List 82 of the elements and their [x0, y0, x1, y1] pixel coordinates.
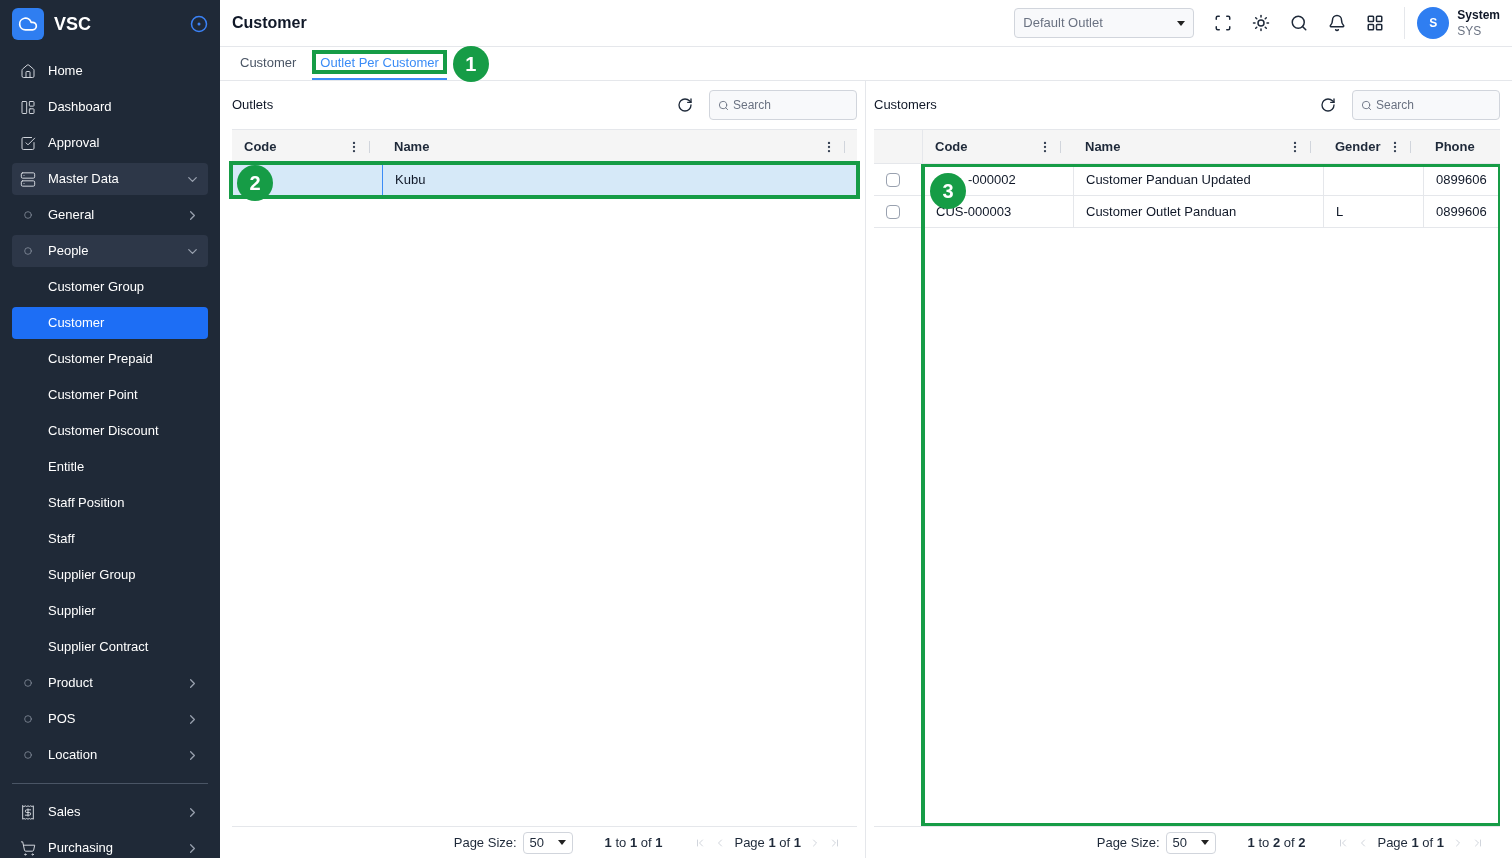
sidebar-item[interactable]: Supplier Group [12, 559, 208, 591]
table-cell-text: Customer Outlet Panduan [1086, 202, 1237, 221]
menu-item-icon [20, 62, 36, 80]
step-badge: 1 [452, 46, 489, 82]
menu-item-icon [20, 134, 36, 152]
column-header[interactable]: Code [244, 136, 347, 157]
circle-icon [24, 211, 32, 219]
tab[interactable]: Customer [232, 47, 305, 80]
table-cell-text: L [1336, 202, 1344, 221]
search-icon [1361, 99, 1372, 111]
table-cell-text: 0899606 [1436, 170, 1487, 189]
user-avatar[interactable]: S [1417, 7, 1450, 39]
caret-icon [1177, 20, 1186, 26]
search-icon [718, 99, 729, 111]
user-code: SYS [1457, 23, 1483, 39]
page-size-label: Page Size: [453, 833, 517, 852]
sidebar-item[interactable]: Staff [12, 523, 208, 555]
sidebar-item[interactable]: Home [12, 55, 208, 87]
sidebar-item[interactable]: Customer Group [12, 271, 208, 303]
circle-icon [24, 751, 32, 759]
caret-icon [1200, 840, 1209, 845]
sidebar-item[interactable]: Supplier [12, 595, 208, 627]
circle-icon [24, 715, 32, 723]
sidebar-item[interactable]: Customer Discount [12, 415, 208, 447]
page-indicator: Page 1 of 1 [734, 833, 801, 852]
sidebar-item[interactable]: Approval [12, 127, 208, 159]
sun-icon[interactable] [1252, 14, 1271, 32]
column-header[interactable]: Gender [1335, 136, 1388, 157]
sidebar-item[interactable]: Staff Position [12, 487, 208, 519]
outlet-select[interactable]: Default Outlet [1014, 8, 1195, 38]
target-icon[interactable] [190, 14, 208, 33]
page-size-select[interactable]: 50 [1165, 831, 1216, 854]
menu-item-icon [20, 839, 36, 857]
refresh-icon[interactable] [1320, 97, 1336, 113]
menu-item-icon [20, 98, 36, 116]
row-checkbox[interactable] [886, 172, 900, 187]
sidebar-item[interactable]: Supplier Contract [12, 631, 208, 663]
table-cell-text: 0899606 [1436, 202, 1487, 221]
table-cell-text: Kubu [395, 170, 426, 189]
row-checkbox[interactable] [886, 204, 900, 219]
column-header[interactable]: Name [394, 136, 822, 157]
column-header[interactable]: Code [935, 136, 1038, 157]
circle-icon [24, 247, 32, 255]
sidebar-item[interactable]: Dashboard [12, 91, 208, 123]
sidebar-item[interactable]: Sales [12, 796, 208, 828]
row-range: 1 to 2 of 2 [1247, 833, 1306, 852]
sidebar-item[interactable]: General [12, 199, 208, 231]
user-name: System [1457, 7, 1500, 23]
panel-title: Customers [874, 96, 938, 115]
column-header[interactable]: Name [1085, 136, 1288, 157]
page-indicator: Page 1 of 1 [1377, 833, 1444, 852]
sidebar-item[interactable]: Customer [12, 307, 208, 339]
notification-icon[interactable] [1328, 14, 1347, 32]
refresh-icon[interactable] [677, 97, 693, 113]
column-header[interactable]: Phone [1435, 136, 1488, 157]
search-field[interactable]: Search [1352, 90, 1500, 120]
circle-icon [24, 679, 32, 687]
fullscreen-icon[interactable] [1214, 14, 1233, 32]
panel-title: Outlets [232, 96, 275, 115]
sidebar-item[interactable]: Master Data [12, 163, 208, 195]
sidebar-item[interactable]: Entitle [12, 451, 208, 483]
row-range: 1 to 1 of 1 [604, 833, 663, 852]
page-title: Customer [232, 13, 308, 33]
menu-item-icon [20, 803, 36, 821]
page-size-select[interactable]: 50 [522, 831, 573, 854]
table-cell-text: -000002 [968, 170, 1016, 189]
sidebar-item[interactable]: Location [12, 739, 208, 771]
logo [12, 7, 44, 40]
sidebar-item[interactable]: POS [12, 703, 208, 735]
search-field[interactable]: Search [709, 90, 857, 120]
sidebar-item[interactable]: People [12, 235, 208, 267]
menu-item-icon [20, 170, 36, 188]
apps-icon[interactable] [1366, 14, 1385, 32]
brand-name: VSC [54, 12, 92, 36]
page-size-label: Page Size: [1096, 833, 1160, 852]
sidebar-item[interactable]: Product [12, 667, 208, 699]
sidebar-item[interactable]: Purchasing [12, 832, 208, 858]
sidebar-item[interactable]: Customer Prepaid [12, 343, 208, 375]
sidebar-item[interactable]: Customer Point [12, 379, 208, 411]
table-cell-text: Customer Panduan Updated [1086, 170, 1251, 189]
search-icon[interactable] [1290, 14, 1309, 32]
caret-icon [557, 840, 566, 845]
